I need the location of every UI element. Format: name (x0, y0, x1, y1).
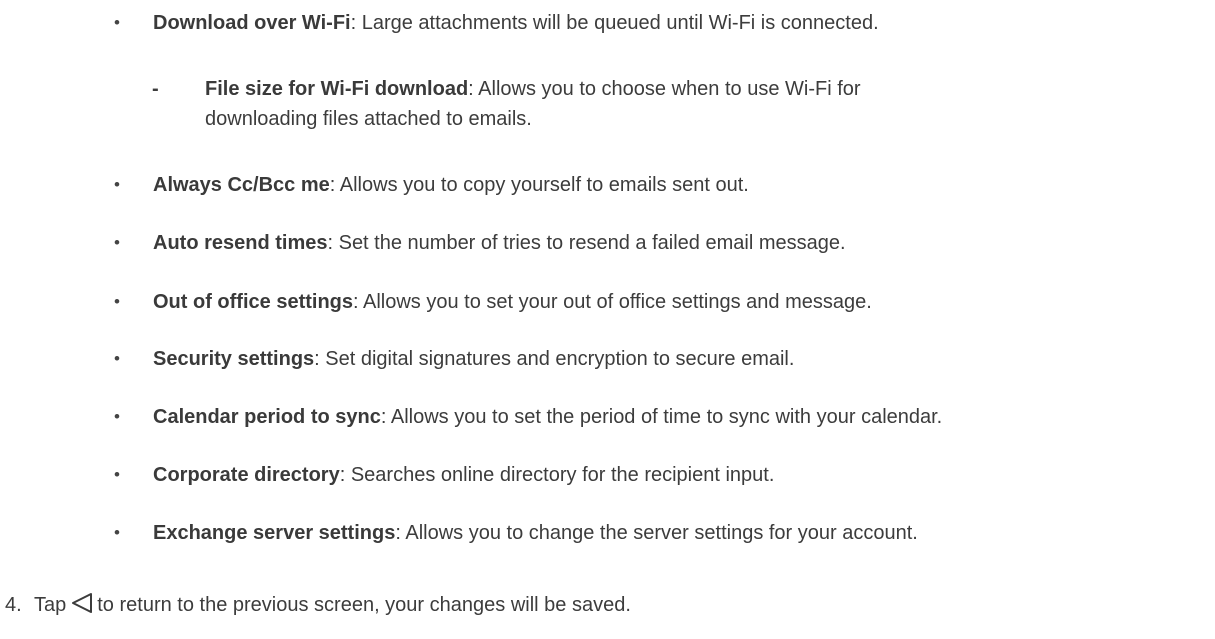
bullet-marker: • (114, 13, 120, 32)
item-term: Corporate directory (153, 464, 340, 486)
item-term: Download over Wi-Fi (153, 12, 351, 34)
sub-item-description-continued: downloading files attached to emails. (205, 108, 532, 130)
bullet-marker: • (114, 292, 120, 311)
item-term: Security settings (153, 348, 315, 370)
item-description: : Large attachments will be queued until… (350, 12, 879, 34)
item-term: Out of office settings (153, 291, 353, 313)
item-description: : Allows you to copy yourself to emails … (329, 174, 749, 196)
item-description: : Searches online directory for the reci… (339, 464, 775, 486)
dash-marker: - (152, 78, 159, 100)
item-description: : Allows you to set your out of office s… (353, 291, 872, 313)
step-text-after: to return to the previous screen, your c… (97, 594, 631, 616)
item-term: Auto resend times (153, 232, 328, 254)
step-number: 4. (5, 594, 22, 616)
item-description: : Allows you to set the period of time t… (380, 406, 943, 428)
item-description: : Set digital signatures and encryption … (314, 348, 795, 370)
bullet-marker: • (114, 523, 120, 542)
item-description: : Allows you to change the server settin… (395, 522, 918, 544)
bullet-marker: • (114, 175, 120, 194)
item-term: Calendar period to sync (153, 406, 381, 428)
back-triangle-icon (71, 592, 93, 614)
bullet-marker: • (114, 407, 120, 426)
step-text-before: Tap (34, 594, 67, 616)
bullet-marker: • (114, 349, 120, 368)
item-description: : Set the number of tries to resend a fa… (327, 232, 846, 254)
item-term: Exchange server settings (153, 522, 396, 544)
bullet-marker: • (114, 465, 120, 484)
bullet-marker: • (114, 233, 120, 252)
sub-item-term: File size for Wi-Fi download (205, 78, 469, 100)
item-term: Always Cc/Bcc me (153, 174, 330, 196)
sub-item-description: : Allows you to choose when to use Wi-Fi… (468, 78, 861, 100)
